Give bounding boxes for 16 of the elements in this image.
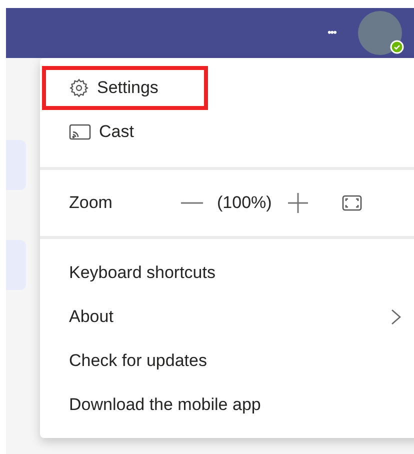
menu-item[interactable]: About bbox=[40, 295, 402, 339]
menu-item[interactable]: Check for updates bbox=[40, 339, 402, 383]
menu-item[interactable]: Cast bbox=[42, 110, 414, 154]
avatar[interactable] bbox=[358, 11, 402, 55]
zoom-value: (100%) bbox=[217, 193, 272, 213]
settings-icon bbox=[69, 78, 89, 98]
status-available-icon bbox=[390, 40, 404, 54]
zoom-in-button[interactable] bbox=[288, 193, 308, 213]
menu-item[interactable]: Download the mobile app bbox=[40, 383, 402, 427]
menu-item[interactable]: Keyboard shortcuts bbox=[40, 251, 402, 295]
menu-item[interactable]: Settings bbox=[42, 66, 208, 110]
zoom-out-button[interactable] bbox=[181, 201, 203, 205]
cast-icon bbox=[69, 124, 91, 140]
fullscreen-icon[interactable] bbox=[342, 195, 362, 211]
zoom-label: Zoom bbox=[69, 193, 114, 213]
more-button[interactable]: ••• bbox=[327, 27, 336, 39]
